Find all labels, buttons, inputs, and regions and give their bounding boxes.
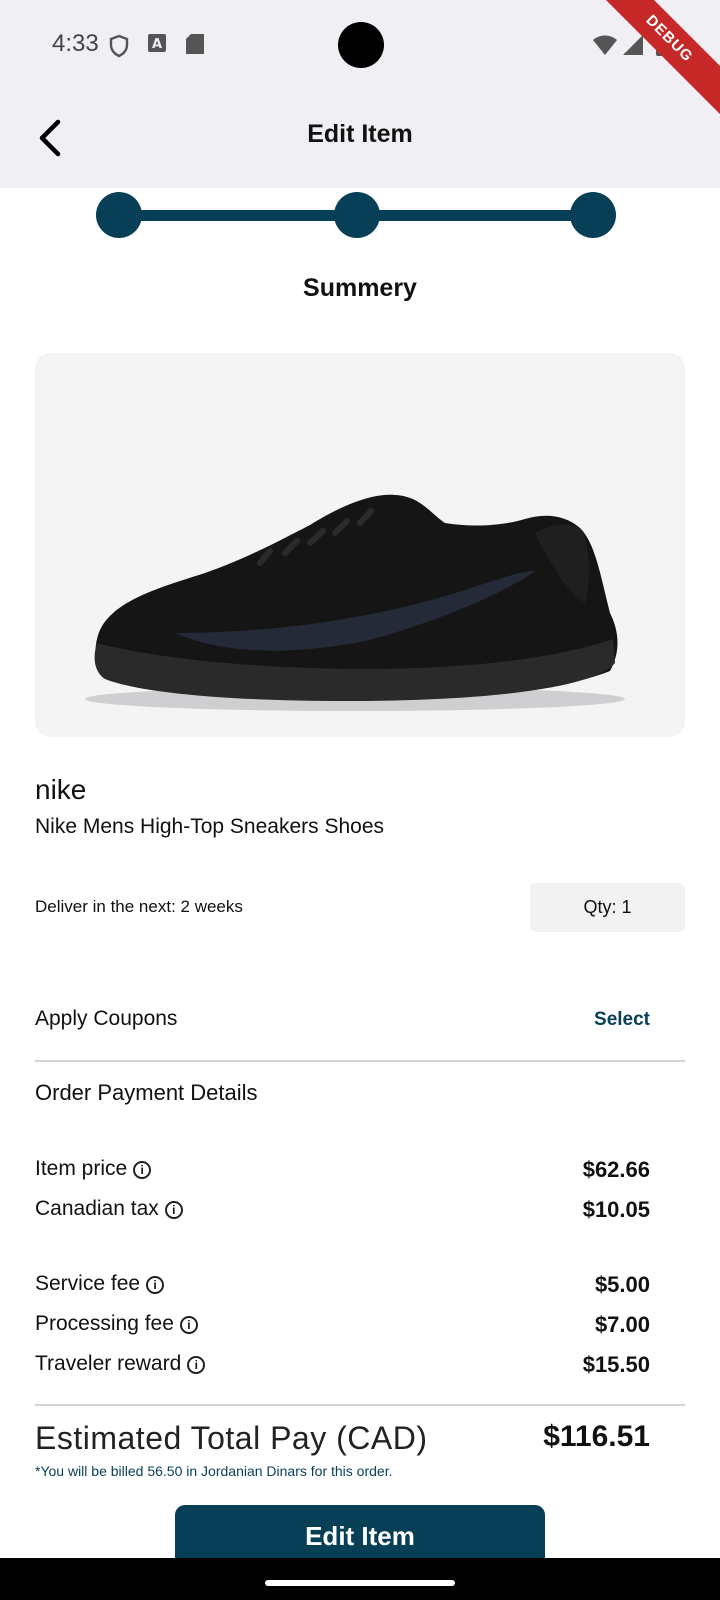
total-label: Estimated Total Pay (CAD): [35, 1420, 428, 1456]
row-label: Service fee: [35, 1272, 141, 1295]
payment-row-traveler-reward: Traveler reward i $15.50: [35, 1352, 650, 1382]
wifi-icon: [592, 34, 618, 60]
status-time: 4:33: [52, 30, 99, 57]
camera-cutout: [338, 22, 384, 68]
delivery-estimate: Deliver in the next: 2 weeks: [35, 897, 243, 916]
payment-row-item-price: Item price i $62.66: [35, 1157, 650, 1187]
select-coupon-button[interactable]: Select: [594, 1009, 650, 1031]
divider: [35, 1060, 685, 1062]
row-value: $62.66: [582, 1157, 650, 1182]
home-gesture-bar[interactable]: [265, 1580, 455, 1586]
step-1[interactable]: [96, 192, 142, 238]
progress-stepper: [96, 192, 616, 238]
sd-card-icon: [186, 34, 204, 58]
info-icon[interactable]: i: [164, 1201, 183, 1219]
text-a-icon: A: [148, 34, 166, 56]
billing-note: *You will be billed 56.50 in Jordanian D…: [35, 1463, 393, 1479]
payment-row-canadian-tax: Canadian tax i $10.05: [35, 1197, 650, 1227]
quantity-selector[interactable]: Qty: 1: [530, 883, 685, 932]
page-title: Edit Item: [307, 120, 413, 148]
payment-row-processing-fee: Processing fee i $7.00: [35, 1312, 650, 1342]
product-brand: nike: [35, 774, 87, 805]
row-label: Processing fee: [35, 1312, 174, 1335]
system-nav-bar: [0, 1558, 720, 1600]
info-icon[interactable]: i: [133, 1161, 152, 1179]
payment-row-service-fee: Service fee i $5.00: [35, 1272, 650, 1302]
apply-coupons-label: Apply Coupons: [35, 1007, 178, 1030]
payment-details-title: Order Payment Details: [35, 1080, 258, 1105]
shield-icon: [108, 34, 130, 62]
step-title: Summery: [303, 274, 417, 302]
total-value: $116.51: [543, 1420, 650, 1453]
row-label: Item price: [35, 1157, 128, 1180]
app-header: 4:33 A DEBUG Edit Item: [0, 0, 720, 188]
info-icon[interactable]: i: [187, 1356, 206, 1374]
row-value: $5.00: [594, 1272, 650, 1297]
product-name: Nike Mens High-Top Sneakers Shoes: [35, 815, 385, 838]
step-2[interactable]: [334, 192, 380, 238]
product-image: [35, 353, 685, 737]
row-label: Traveler reward: [35, 1352, 182, 1375]
step-3[interactable]: [570, 192, 616, 238]
row-value: $7.00: [594, 1312, 650, 1337]
info-icon[interactable]: i: [179, 1316, 198, 1334]
divider: [35, 1404, 685, 1406]
signal-icon: [622, 34, 644, 60]
row-value: $15.50: [582, 1352, 650, 1377]
row-label: Canadian tax: [35, 1197, 159, 1220]
svg-text:A: A: [152, 37, 162, 52]
row-value: $10.05: [582, 1197, 650, 1222]
sneaker-image: [85, 494, 625, 711]
info-icon[interactable]: i: [146, 1276, 165, 1294]
status-bar: 4:33 A DEBUG: [0, 0, 720, 119]
